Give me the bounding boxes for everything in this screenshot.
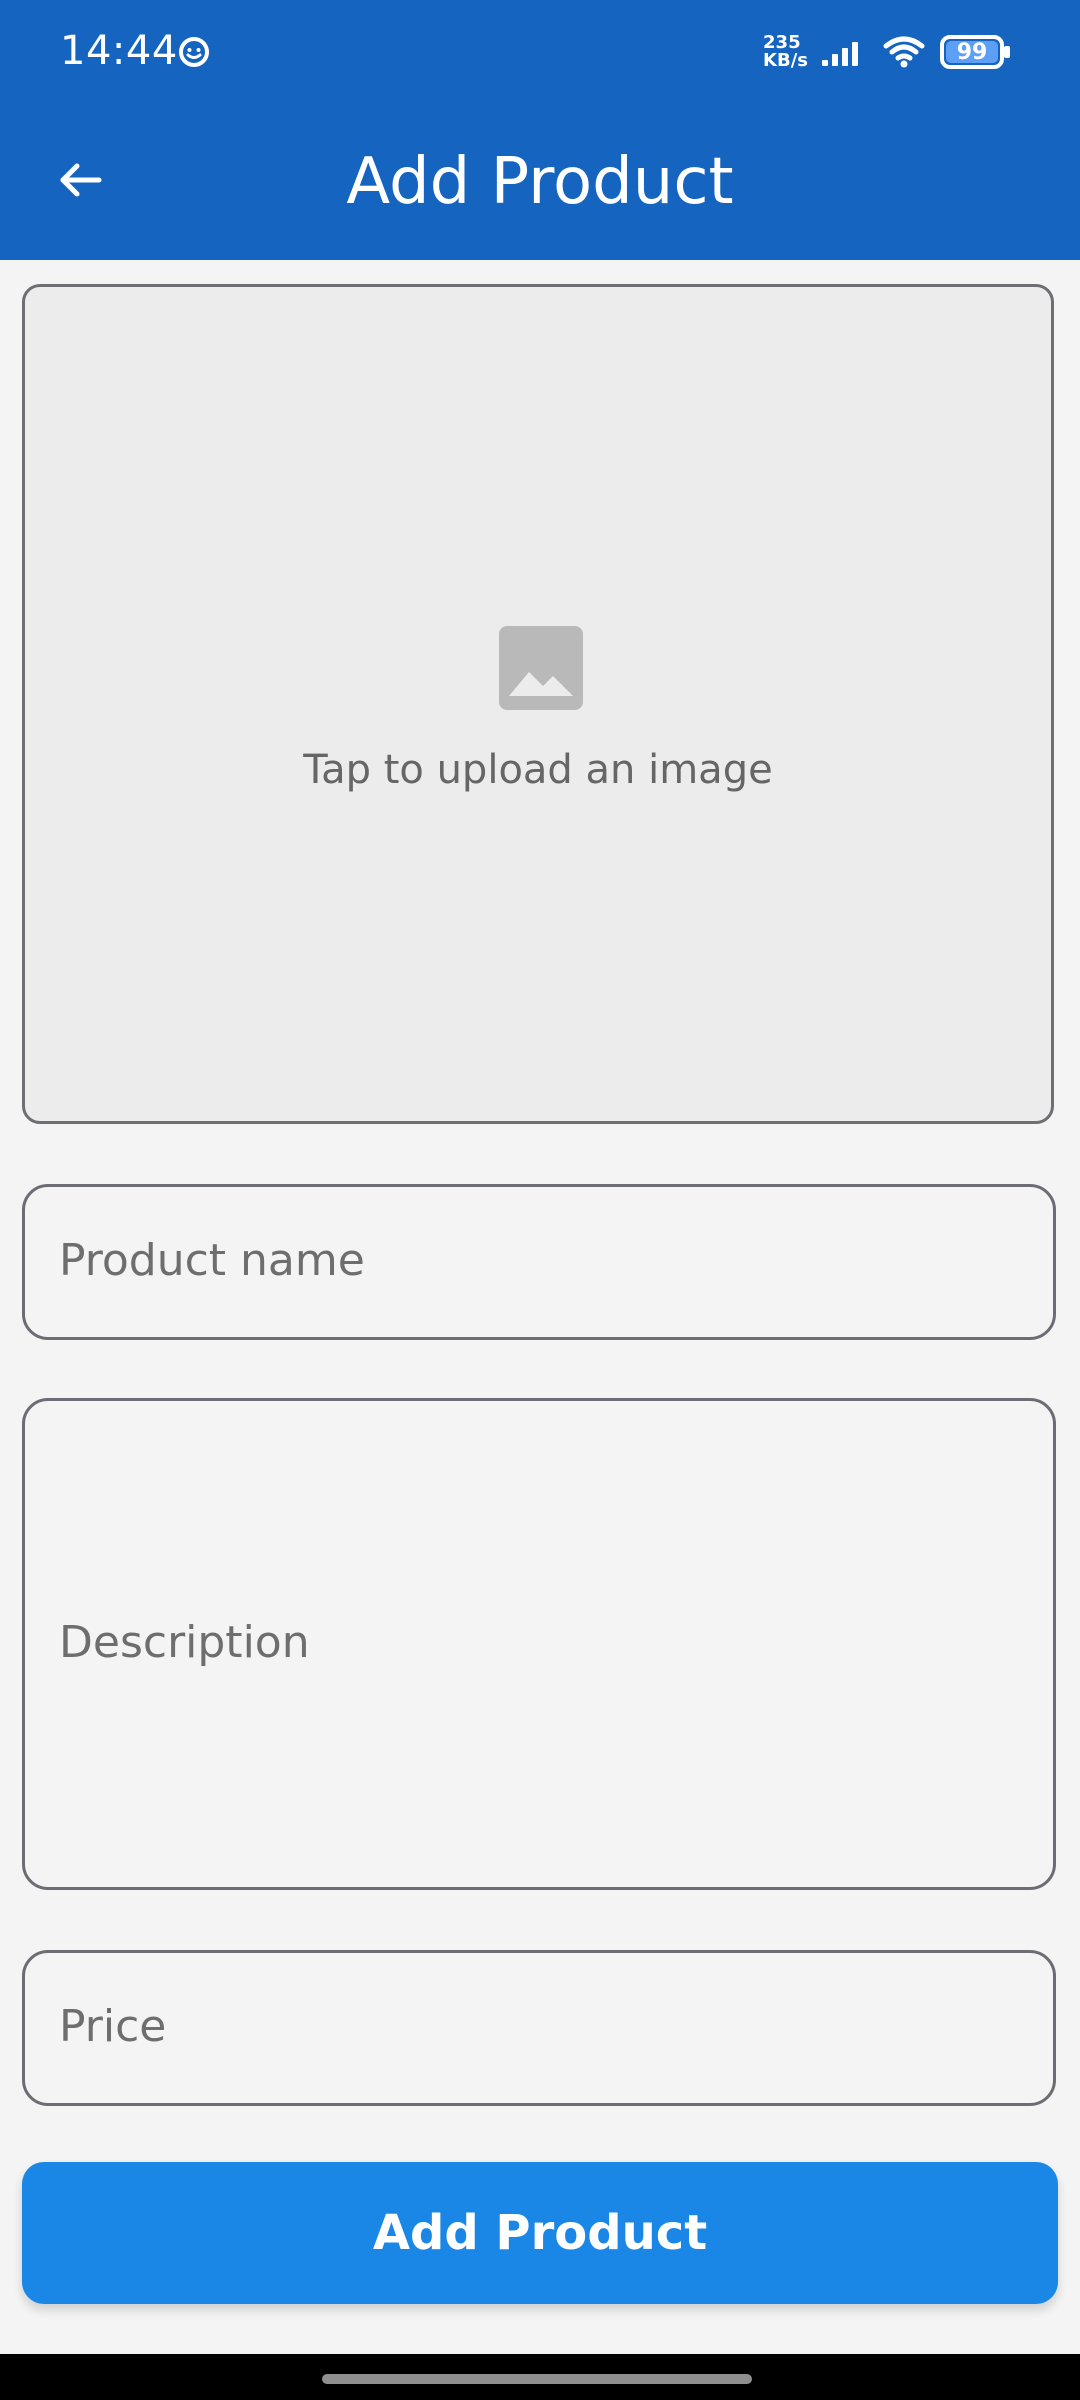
battery-level: 99 xyxy=(956,39,988,65)
description-placeholder: Description xyxy=(59,1617,310,1668)
image-upload-area[interactable]: Tap to upload an image xyxy=(22,284,1054,1124)
page-title: Add Product xyxy=(346,145,734,219)
product-name-placeholder: Product name xyxy=(59,1235,365,1286)
wifi-icon xyxy=(880,34,928,70)
system-nav-bar xyxy=(0,2354,1080,2400)
status-icons: 235 KB/s 99 xyxy=(763,28,1012,76)
product-name-field[interactable]: Product name xyxy=(22,1184,1056,1340)
description-field[interactable]: Description xyxy=(22,1398,1056,1890)
add-product-button[interactable]: Add Product xyxy=(22,2162,1058,2304)
upload-hint: Tap to upload an image xyxy=(303,747,773,793)
app-header: 14:44 235 KB/s 99 Add Product xyxy=(0,0,1080,260)
image-icon xyxy=(499,626,583,710)
face-icon xyxy=(179,37,209,67)
battery-icon: 99 xyxy=(940,34,1012,70)
signal-icon xyxy=(820,36,868,68)
home-indicator[interactable] xyxy=(322,2374,752,2384)
net-speed: 235 KB/s xyxy=(763,34,808,70)
price-placeholder: Price xyxy=(59,2001,167,2052)
status-time: 14:44 xyxy=(60,28,178,74)
net-speed-unit: KB/s xyxy=(763,50,808,71)
price-field[interactable]: Price xyxy=(22,1950,1056,2106)
